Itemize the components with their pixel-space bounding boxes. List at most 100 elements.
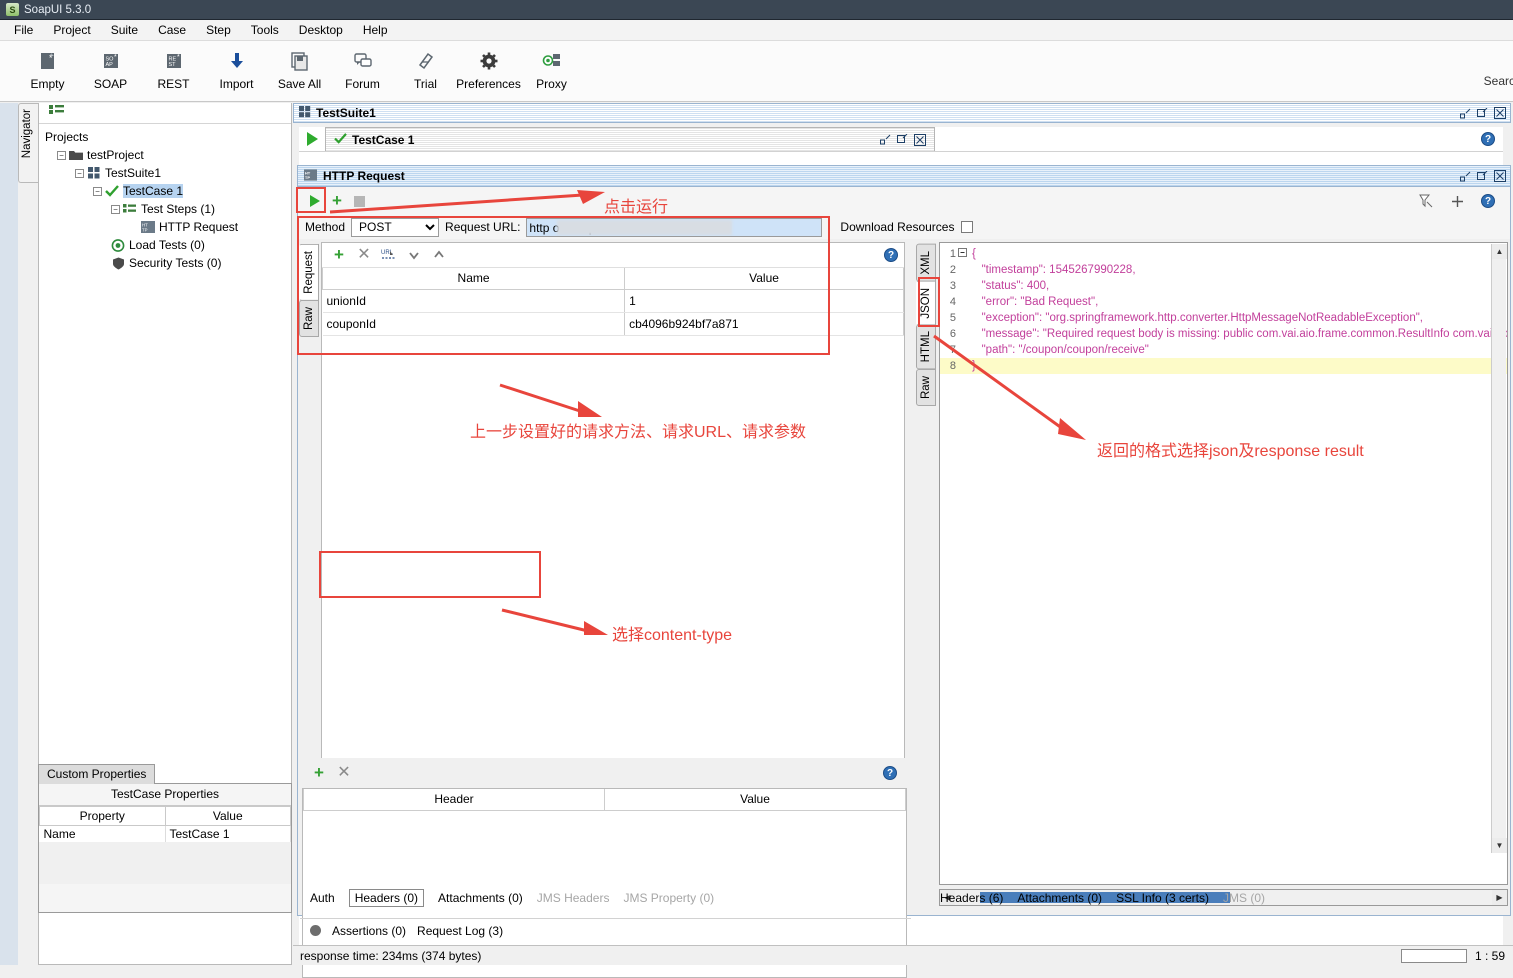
help-button[interactable]: ?	[1477, 190, 1499, 212]
tree-item-load-tests[interactable]: Load Tests (0)	[41, 236, 291, 254]
menu-project[interactable]: Project	[53, 23, 90, 37]
remove-header-button[interactable]: ✕	[333, 762, 355, 784]
cell-value[interactable]: TestCase 1	[165, 825, 291, 842]
response-json-viewer[interactable]: 1 { 2 "timestamp": 1545267990228, 3 "sta…	[939, 242, 1508, 885]
toolbar-button-soap[interactable]: SO AP * SOAP	[79, 44, 142, 91]
headers-help-button[interactable]: ?	[883, 766, 911, 780]
stop-request-button[interactable]	[348, 190, 370, 212]
svg-text:TP: TP	[142, 228, 148, 233]
params-help-button[interactable]: ?	[884, 248, 904, 262]
response-vertical-scrollbar[interactable]: ▲ ▼	[1491, 244, 1507, 853]
testcase-help-button[interactable]: ?	[1481, 132, 1503, 146]
move-param-down-button[interactable]	[403, 244, 425, 266]
method-select[interactable]: POST	[351, 217, 440, 237]
close-icon[interactable]	[1493, 170, 1506, 183]
run-request-button[interactable]	[304, 190, 326, 212]
download-resources-checkbox[interactable]	[961, 221, 974, 233]
expander-icon[interactable]: −	[57, 150, 66, 160]
toolbar-button-forum[interactable]: Forum	[331, 44, 394, 91]
minimize-icon[interactable]	[879, 133, 892, 146]
tab-attachments[interactable]: Attachments (0)	[438, 891, 523, 905]
maximize-icon[interactable]	[1476, 170, 1489, 183]
toolbar-button-empty[interactable]: * Empty	[16, 44, 79, 91]
tab-assertions[interactable]: Assertions (0)	[332, 924, 406, 938]
tab-response-headers[interactable]: Headers (6)	[940, 891, 1003, 905]
move-param-up-button[interactable]	[428, 244, 450, 266]
toolbar-label-empty: Empty	[30, 77, 65, 91]
tree-item-test-steps[interactable]: − Test Steps (1)	[41, 200, 291, 218]
minimize-icon[interactable]	[1459, 107, 1472, 120]
add-assertion-button[interactable]: +	[326, 190, 348, 212]
line-number: 8	[949, 360, 956, 372]
response-vtab-xml[interactable]: XML	[916, 244, 936, 282]
cell-property: Name	[39, 825, 166, 842]
menu-help[interactable]: Help	[363, 23, 388, 37]
cell-param-name[interactable]: couponId	[322, 312, 626, 336]
toolbar-button-rest[interactable]: RE ST * REST	[142, 44, 205, 91]
toolbar-button-import[interactable]: Import	[205, 44, 268, 91]
maximize-icon[interactable]	[896, 133, 909, 146]
tree-item-http-request[interactable]: HT TP HTTP Request	[41, 218, 291, 236]
line-number: 1	[949, 248, 956, 260]
tree-item-security-tests[interactable]: Security Tests (0)	[41, 254, 291, 272]
tab-request-log[interactable]: Request Log (3)	[417, 924, 503, 938]
menu-tools[interactable]: Tools	[251, 23, 279, 37]
custom-properties-title: TestCase Properties	[39, 784, 291, 806]
cell-param-value[interactable]: cb4096b924bf7a871	[624, 312, 904, 336]
request-vtab-raw[interactable]: Raw	[299, 299, 319, 337]
expander-icon[interactable]: −	[93, 186, 102, 196]
table-row[interactable]: Name TestCase 1	[39, 825, 291, 842]
tab-response-attachments[interactable]: Attachments (0)	[1017, 891, 1102, 905]
toolbar-button-preferences[interactable]: Preferences	[456, 44, 521, 91]
tree-item-testproject[interactable]: − testProject	[41, 146, 291, 164]
request-vtab-request[interactable]: Request	[299, 244, 319, 301]
tree-item-testsuite1[interactable]: − TestSuite1	[41, 164, 291, 182]
tree-item-testcase1[interactable]: − TestCase 1	[41, 182, 291, 200]
maximize-icon[interactable]	[1476, 107, 1489, 120]
expander-icon[interactable]: −	[111, 204, 120, 214]
tab-auth[interactable]: Auth	[310, 891, 335, 905]
check-icon	[105, 184, 119, 198]
menu-step[interactable]: Step	[206, 23, 231, 37]
response-vtab-raw[interactable]: Raw	[916, 368, 936, 406]
security-icon	[111, 256, 125, 270]
cell-param-value[interactable]: 1	[624, 289, 904, 313]
add-param-button[interactable]: +	[328, 244, 350, 266]
json-line: 3 "status": 400,	[940, 278, 1507, 294]
custom-properties-panel: Custom Properties TestCase Properties Pr…	[38, 763, 292, 917]
toolbar-button-proxy[interactable]: Proxy	[520, 44, 583, 91]
caret-position: 1 : 59	[1474, 948, 1505, 963]
custom-properties-tab[interactable]: Custom Properties	[38, 764, 156, 784]
tab-headers[interactable]: Headers (0)	[348, 889, 425, 907]
expander-icon[interactable]: −	[75, 168, 84, 178]
remove-param-button[interactable]: ✕	[353, 244, 375, 266]
response-vtab-html[interactable]: HTML	[916, 324, 936, 370]
table-row[interactable]: couponId cb4096b924bf7a871	[322, 312, 904, 336]
toolbar-button-trial[interactable]: Trial	[394, 44, 457, 91]
close-icon[interactable]	[1493, 107, 1506, 120]
close-icon[interactable]	[913, 133, 926, 146]
tab-ssl-info[interactable]: SSL Info (3 certs)	[1116, 891, 1209, 905]
menu-case[interactable]: Case	[158, 23, 186, 37]
fold-toggle-icon[interactable]	[956, 246, 969, 262]
menu-file[interactable]: File	[14, 23, 33, 37]
table-row[interactable]: unionId 1	[322, 289, 904, 313]
navigator-tab[interactable]: Navigator	[18, 103, 38, 183]
menu-suite[interactable]: Suite	[111, 23, 138, 37]
search-label[interactable]: Searc	[1484, 74, 1513, 88]
clear-button[interactable]	[1415, 190, 1437, 212]
cell-param-name[interactable]: unionId	[322, 289, 626, 313]
scroll-up-icon[interactable]: ▲	[1492, 244, 1507, 259]
request-url-input[interactable]: http on/coupon/receive	[526, 217, 823, 237]
minimize-icon[interactable]	[1459, 170, 1472, 183]
toolbar-button-save-all[interactable]: Save All	[268, 44, 331, 91]
add-to-testcase-button[interactable]	[1446, 190, 1468, 212]
url-param-button[interactable]: URL	[378, 244, 400, 266]
add-header-button[interactable]: +	[308, 762, 330, 784]
testcase-tab[interactable]: TestCase 1	[325, 127, 935, 151]
response-vtab-json[interactable]: JSON	[916, 280, 936, 326]
scroll-down-icon[interactable]: ▼	[1492, 838, 1507, 853]
menu-desktop[interactable]: Desktop	[299, 23, 343, 37]
run-testcase-button[interactable]	[299, 132, 325, 146]
svg-text:TP: TP	[305, 175, 310, 180]
